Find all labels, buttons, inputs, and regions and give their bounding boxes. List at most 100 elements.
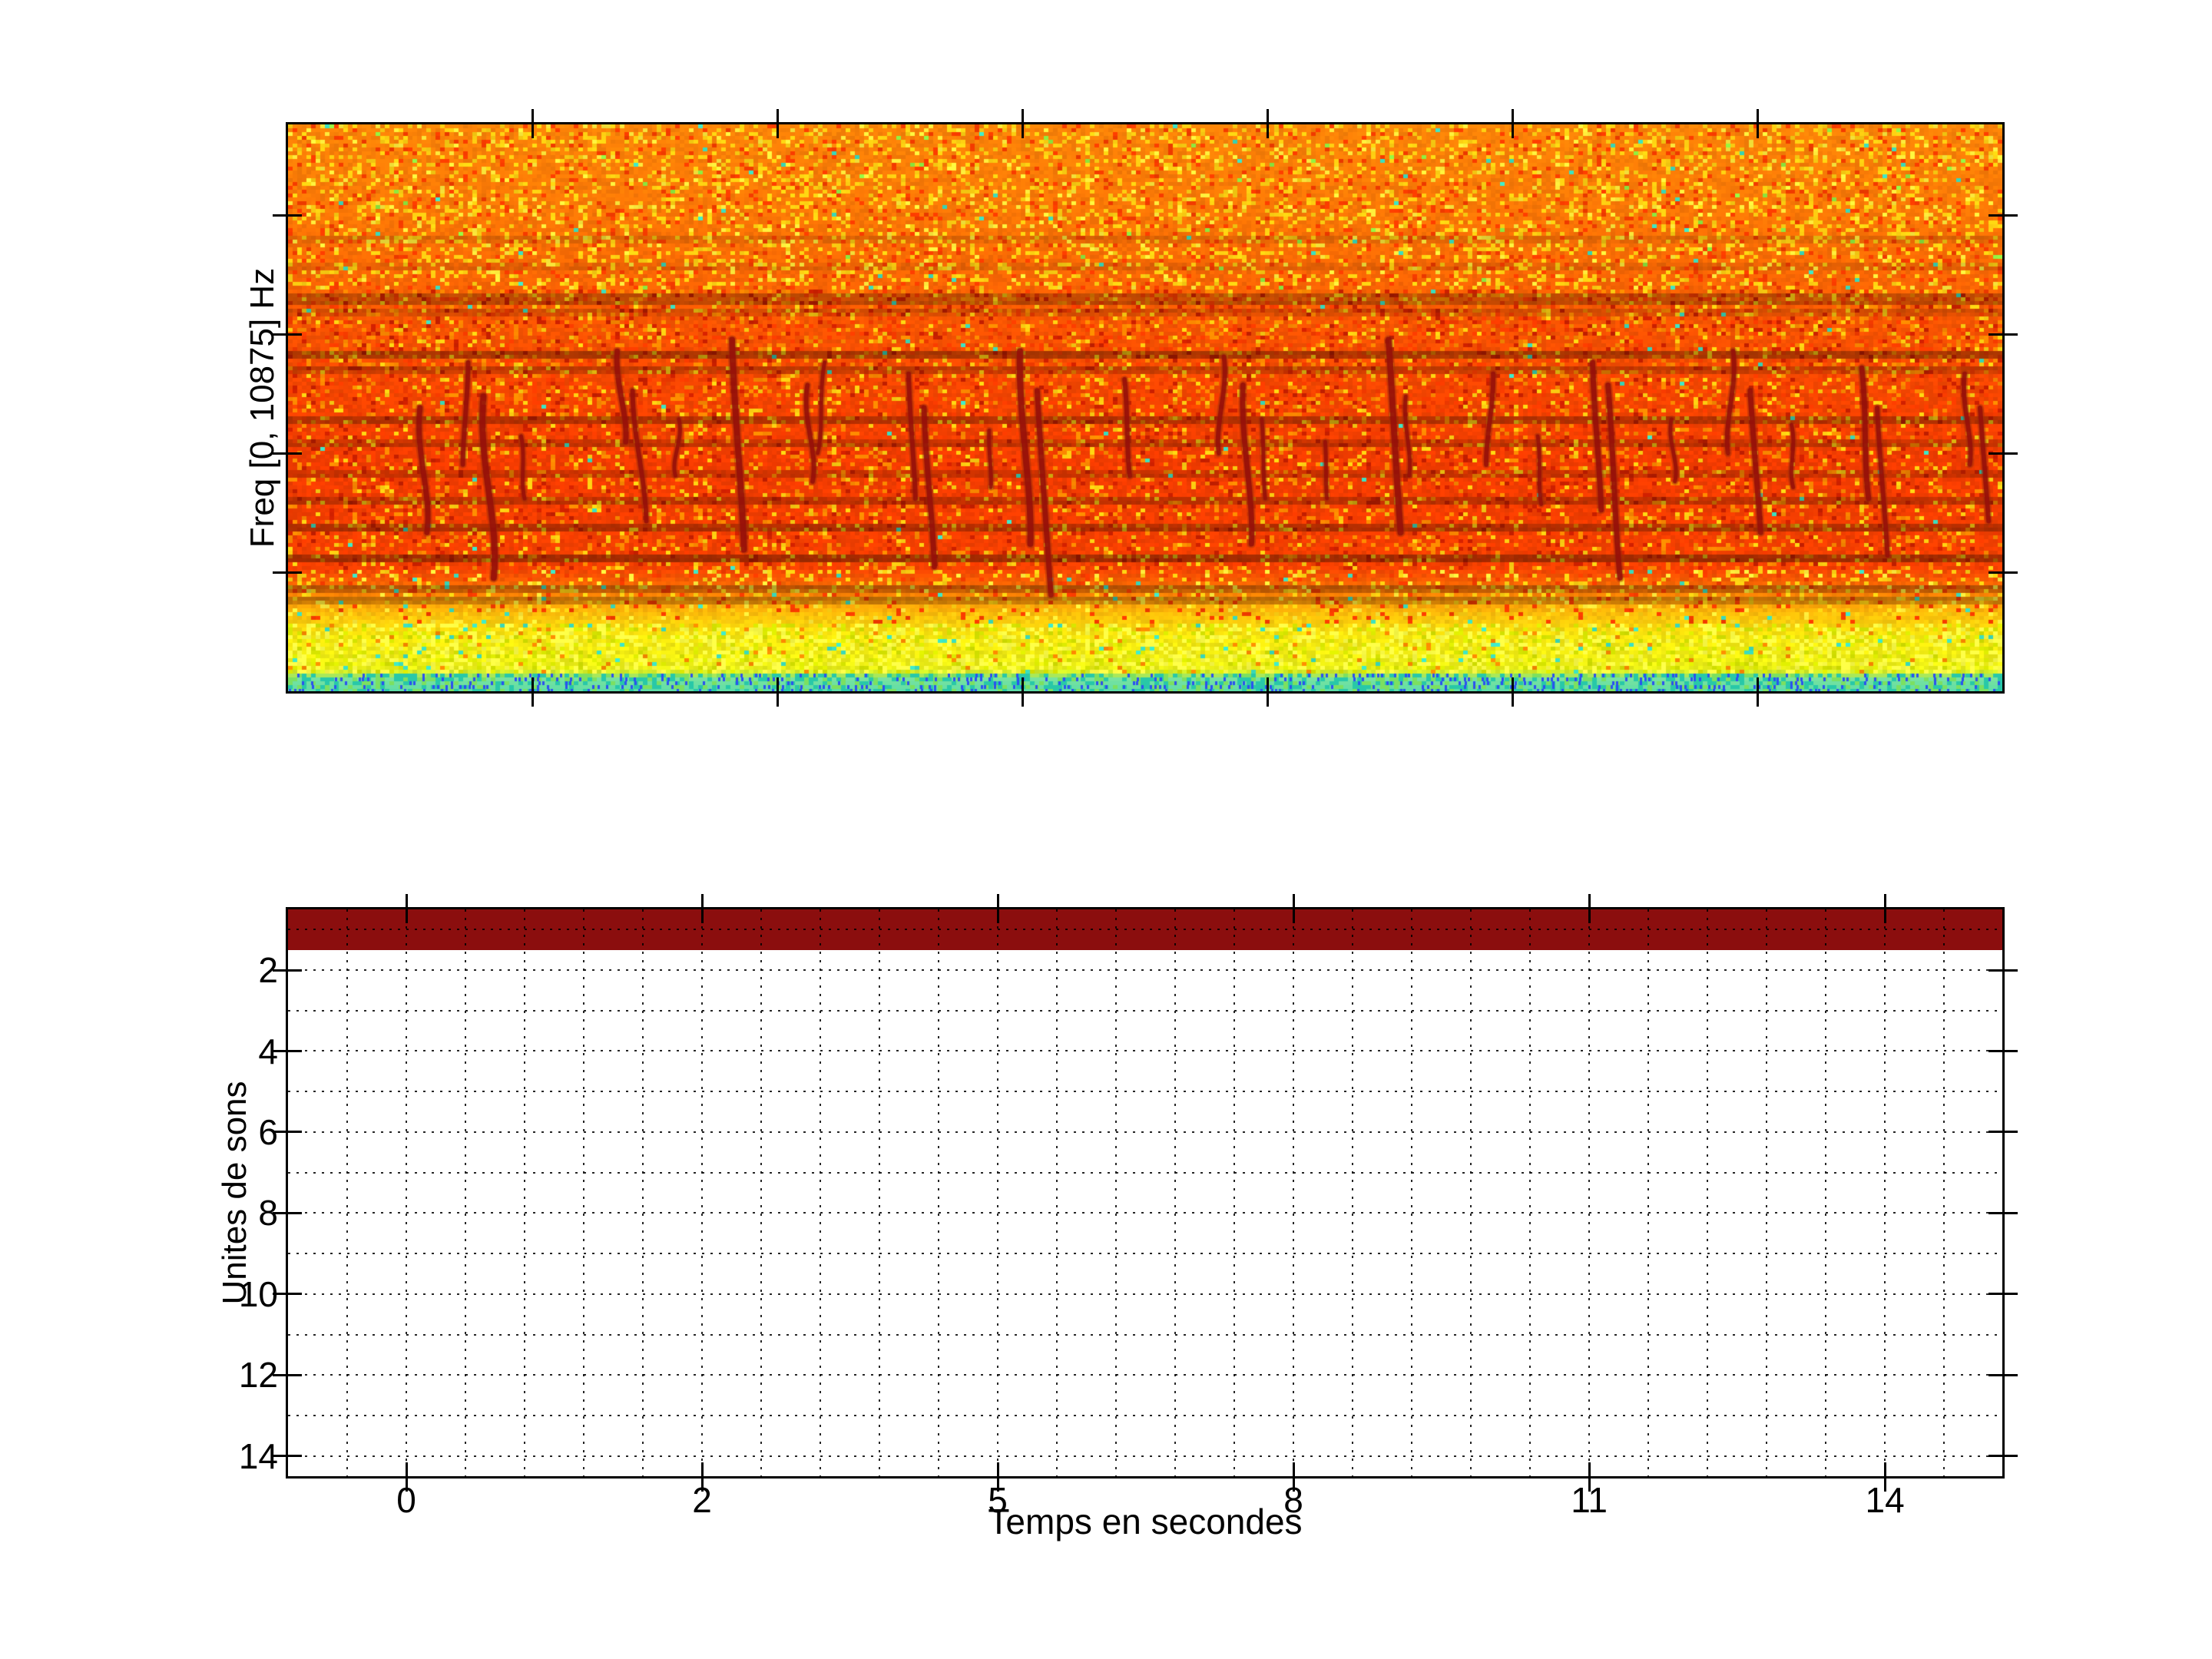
axis-tick-mark [1266,109,1269,138]
axis-tick-mark [1022,677,1025,707]
axis-tick-mark [1022,109,1025,138]
axis-tick-mark [273,571,302,574]
gridline-horizontal [288,1050,2002,1052]
axis-tick-mark [1988,214,2018,217]
gridline-vertical [879,909,881,1476]
soundunits-xlabel: Temps en secondes [988,1502,1303,1541]
axis-tick-mark [1988,969,2018,972]
gridline-horizontal [288,1374,2002,1376]
axis-tick-mark [273,333,302,336]
axis-tick-mark [1756,677,1759,707]
gridline-vertical [1647,909,1650,1476]
axis-tick-mark [1588,1462,1591,1492]
axis-tick-mark [1988,1131,2018,1134]
y-tick-label: 12 [238,1355,278,1396]
axis-tick-mark [996,1462,999,1492]
gridline-vertical [1470,909,1472,1476]
axis-tick-mark [1988,452,2018,455]
gridline-vertical [1056,909,1058,1476]
gridline-vertical [1293,909,1295,1476]
gridline-vertical [406,909,407,1476]
gridline-vertical [1352,909,1354,1476]
gridline-vertical [938,909,940,1476]
gridline-horizontal [288,969,2002,972]
gridline-vertical [760,909,763,1476]
axis-tick-mark [1988,1050,2018,1052]
axis-tick-mark [273,1131,302,1134]
axis-tick-mark [1988,571,2018,574]
gridline-vertical [583,909,585,1476]
axis-tick-mark [1988,1373,2018,1376]
gridline-horizontal [288,1333,2002,1336]
axis-tick-mark [273,452,302,455]
gridline-vertical [1529,909,1532,1476]
spectrogram-axes [273,109,2018,707]
axis-tick-mark [405,1462,408,1492]
y-tick-label: 10 [238,1273,278,1314]
axis-tick-mark [1292,894,1295,923]
gridline-vertical [1943,909,1945,1476]
axis-tick-mark [1988,1211,2018,1214]
gridline-horizontal [288,1414,2002,1416]
axis-tick-mark [1988,1455,2018,1458]
gridline-vertical [701,909,704,1476]
axis-tick-mark [531,109,535,138]
axis-tick-mark [273,1050,302,1052]
axis-tick-mark [1511,677,1514,707]
gridline-vertical [1766,909,1768,1476]
figure: { "chart_data": [ { "type": "heatmap", "… [0,0,2212,1659]
axis-tick-mark [405,894,408,923]
gridline-horizontal [288,1253,2002,1255]
gridline-horizontal [288,1009,2002,1012]
gridline-horizontal [288,929,2002,931]
axis-tick-mark [700,1462,704,1492]
gridline-vertical [1233,909,1236,1476]
axis-tick-mark [1988,1293,2018,1296]
gridline-horizontal [288,1293,2002,1295]
axis-tick-mark [531,677,535,707]
spectrogram-image [288,124,2002,691]
y-tick-label: 4 [258,1031,278,1071]
axis-tick-mark [1756,109,1759,138]
axis-tick-mark [1988,333,2018,336]
gridline-vertical [997,909,999,1476]
gridline-vertical [1411,909,1413,1476]
axis-tick-mark [777,677,780,707]
axis-tick-mark [273,214,302,217]
y-tick-label: 8 [258,1193,278,1233]
axis-tick-mark [273,1373,302,1376]
gridline-vertical [1707,909,1709,1476]
axis-tick-mark [1266,677,1269,707]
gridline-horizontal [288,1171,2002,1174]
axis-tick-mark [273,969,302,972]
axis-tick-mark [1883,894,1886,923]
y-tick-label: 2 [258,950,278,991]
gridline-vertical [820,909,822,1476]
gridline-vertical [1588,909,1591,1476]
axis-tick-mark [273,1455,302,1458]
gridline-vertical [1115,909,1118,1476]
gridline-horizontal [288,1091,2002,1093]
soundunits-axes [273,894,2018,1492]
gridline-vertical [524,909,526,1476]
gridline-vertical [346,909,348,1476]
gridline-horizontal [288,1455,2002,1457]
gridline-vertical [1884,909,1886,1476]
gridline-vertical [465,909,466,1476]
y-tick-label: 14 [238,1435,278,1476]
axis-tick-mark [1292,1462,1295,1492]
axis-tick-mark [700,894,704,923]
spectrogram-ylabel: Freq [0, 10875] Hz [243,267,281,548]
gridline-horizontal [288,1131,2002,1133]
gridline-vertical [642,909,644,1476]
y-tick-label: 6 [258,1111,278,1152]
axis-tick-mark [1883,1462,1886,1492]
gridline-vertical [1825,909,1827,1476]
axis-tick-mark [273,1211,302,1214]
gridline-vertical [1174,909,1177,1476]
axis-tick-mark [1511,109,1514,138]
axis-tick-mark [273,1293,302,1296]
axis-tick-mark [1588,894,1591,923]
axis-tick-mark [996,894,999,923]
gridline-horizontal [288,1212,2002,1214]
